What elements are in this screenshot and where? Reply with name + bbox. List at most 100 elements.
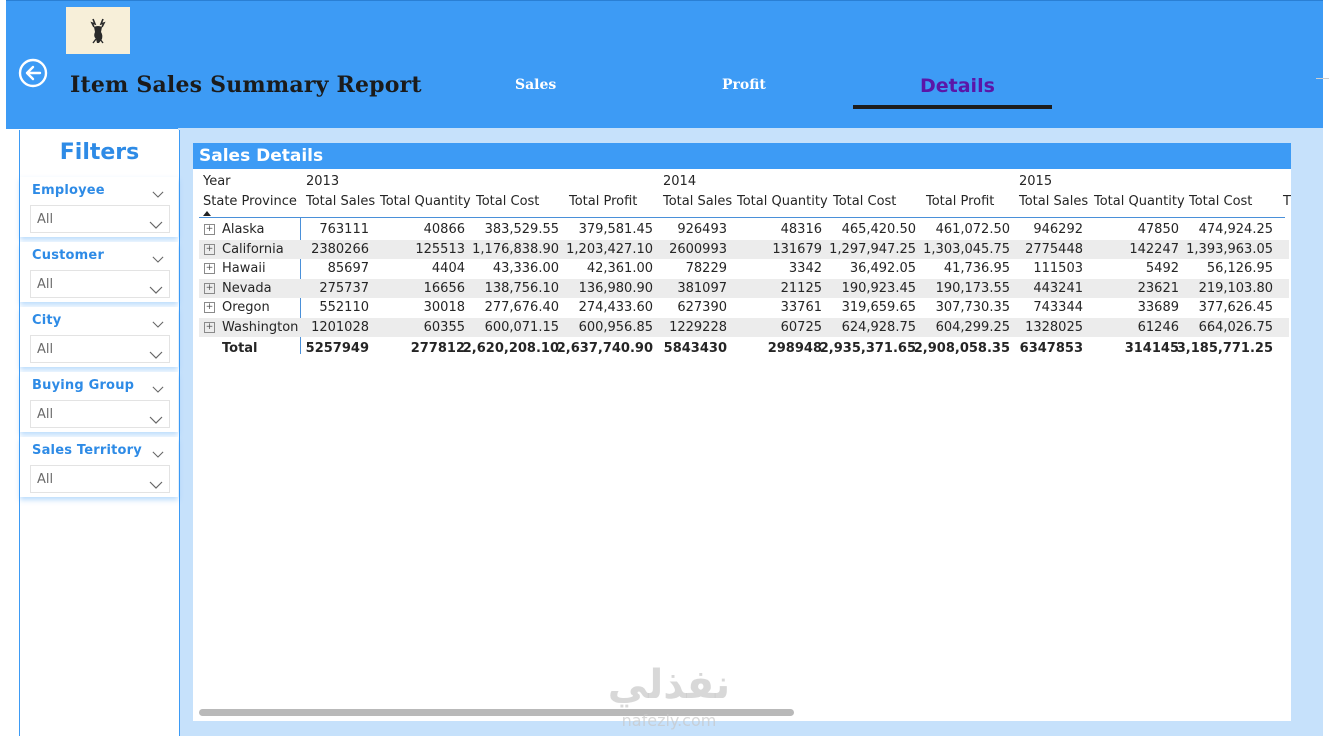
table-cell: 56,126.95 [1206, 261, 1273, 277]
table-cell: 465,420.50 [841, 222, 916, 237]
svg-text:nafezly.com: nafezly.com [622, 711, 717, 730]
collapse-chevron-icon[interactable] [152, 443, 164, 458]
column-header[interactable]: Total Quantity [1094, 194, 1185, 209]
table-cell: 4404 [431, 261, 465, 277]
table-cell: 627390 [677, 300, 727, 316]
table-cell: 1201028 [311, 320, 369, 335]
tab-profit[interactable]: Profit [722, 77, 766, 93]
tab-sales[interactable]: Sales [515, 77, 556, 93]
table-cell: 48316 [780, 222, 822, 237]
table-cell: 142247 [1129, 241, 1179, 257]
filter-label[interactable]: Sales Territory [32, 443, 142, 458]
collapse-chevron-icon[interactable] [152, 248, 164, 263]
column-header[interactable]: Total Cost [476, 194, 539, 209]
filter-card: City All [20, 307, 178, 367]
chevron-down-icon[interactable] [149, 279, 163, 294]
table-cell: 2,935,371.65 [819, 340, 916, 356]
tab-details[interactable]: Details [920, 75, 995, 97]
filter-dropdown[interactable]: All [30, 400, 170, 428]
filter-dropdown[interactable]: All [30, 335, 170, 363]
column-header[interactable]: Total Profit [926, 194, 994, 209]
column-header[interactable]: Total Cost [1189, 194, 1252, 209]
table-cell: 23621 [1137, 280, 1179, 296]
filter-value: All [37, 472, 54, 487]
table-cell: 85697 [327, 261, 369, 277]
expand-row-icon[interactable]: + [204, 302, 215, 314]
table-cell: 1328025 [1025, 320, 1083, 335]
table-cell: 219,103.80 [1198, 280, 1273, 296]
table-cell: 47850 [1137, 222, 1179, 237]
table-cell: 298948 [767, 340, 822, 356]
table-row: + Washington 1201028 60355 600,071.15 600,956… [199, 318, 1289, 337]
filters-title: Filters [59, 140, 140, 165]
table-cell: 624,928.75 [841, 320, 916, 335]
collapse-chevron-icon[interactable] [152, 183, 164, 198]
row-label: Hawaii [222, 261, 266, 277]
table-cell: 2775448 [1025, 241, 1083, 257]
filter-label[interactable]: Buying Group [32, 378, 134, 393]
table-cell: 381097 [677, 280, 727, 296]
filter-dropdown[interactable]: All [30, 205, 170, 233]
chevron-down-icon[interactable] [149, 344, 163, 359]
expand-row-icon[interactable]: + [204, 224, 215, 235]
row-label: Oregon [222, 300, 270, 316]
column-header[interactable]: Total Profit [569, 194, 637, 209]
sort-ascending-icon[interactable] [203, 211, 211, 216]
table-cell: 16656 [423, 280, 465, 296]
collapse-chevron-icon[interactable] [152, 313, 164, 328]
column-header[interactable]: Total Quantity [737, 194, 828, 209]
year-header: 2014 [663, 174, 697, 189]
table-cell: 125513 [415, 241, 465, 257]
filter-panel: Filters Employee All Customer All City All Buy… [19, 130, 180, 736]
report-header: Item Sales Summary Report Sales Profit D… [6, 0, 1323, 129]
filter-label[interactable]: Employee [32, 183, 105, 198]
filter-dropdown[interactable]: All [30, 270, 170, 298]
column-header[interactable]: Total Sales [663, 194, 732, 209]
table-cell: 36,492.05 [849, 261, 916, 277]
sales-details-card: Sales Details Year 2013 2014 2015 State … [193, 143, 1291, 721]
edge-divider [1316, 78, 1329, 79]
table-cell: 33761 [780, 300, 822, 316]
table-cell: 763111 [319, 222, 369, 237]
expand-row-icon[interactable]: + [204, 322, 215, 333]
table-cell: 926493 [677, 222, 727, 237]
header-divider [199, 217, 1285, 218]
filter-dropdown[interactable]: All [30, 465, 170, 493]
table-cell: 43,336.00 [492, 261, 559, 277]
column-header[interactable]: Total Cost [833, 194, 896, 209]
filter-label[interactable]: City [32, 313, 62, 328]
table-cell: 946292 [1033, 222, 1083, 237]
table-cell: 1,176,838.90 [472, 241, 559, 257]
filter-label[interactable]: Customer [32, 248, 104, 263]
chevron-down-icon[interactable] [149, 214, 163, 229]
row-label: Nevada [222, 280, 272, 296]
table-cell: 21125 [780, 280, 822, 296]
table-cell: 3,185,771.25 [1176, 340, 1273, 356]
table-cell: 111503 [1033, 261, 1083, 277]
row-header-state[interactable]: State Province [203, 194, 297, 209]
table-cell: 600,071.15 [484, 320, 559, 335]
column-header[interactable]: Total Sales [306, 194, 375, 209]
expand-row-icon[interactable]: + [204, 282, 215, 294]
table-cell: 6347853 [1019, 340, 1083, 356]
expand-row-icon[interactable]: + [204, 263, 215, 275]
chevron-down-icon[interactable] [149, 409, 163, 424]
back-arrow-icon[interactable] [18, 58, 48, 88]
column-header[interactable]: Total Quantity [380, 194, 471, 209]
filter-card: Sales Territory All [20, 437, 178, 497]
year-header: 2015 [1019, 174, 1053, 189]
column-header[interactable]: Total Sales [1019, 194, 1088, 209]
table-cell: 60355 [423, 320, 465, 335]
table-cell: 61246 [1137, 320, 1179, 335]
filter-value: All [37, 342, 54, 357]
table-cell: 314145 [1124, 340, 1179, 356]
chevron-down-icon[interactable] [149, 474, 163, 489]
collapse-chevron-icon[interactable] [152, 378, 164, 393]
matrix-table: Year 2013 2014 2015 State Province Total… [193, 169, 1291, 669]
company-logo [66, 7, 130, 54]
filter-value: All [37, 407, 54, 422]
expand-row-icon[interactable]: + [204, 243, 215, 255]
card-title-bar: Sales Details [193, 143, 1291, 169]
table-cell: 60725 [780, 320, 822, 335]
table-cell: 2,620,208.10 [462, 340, 559, 356]
